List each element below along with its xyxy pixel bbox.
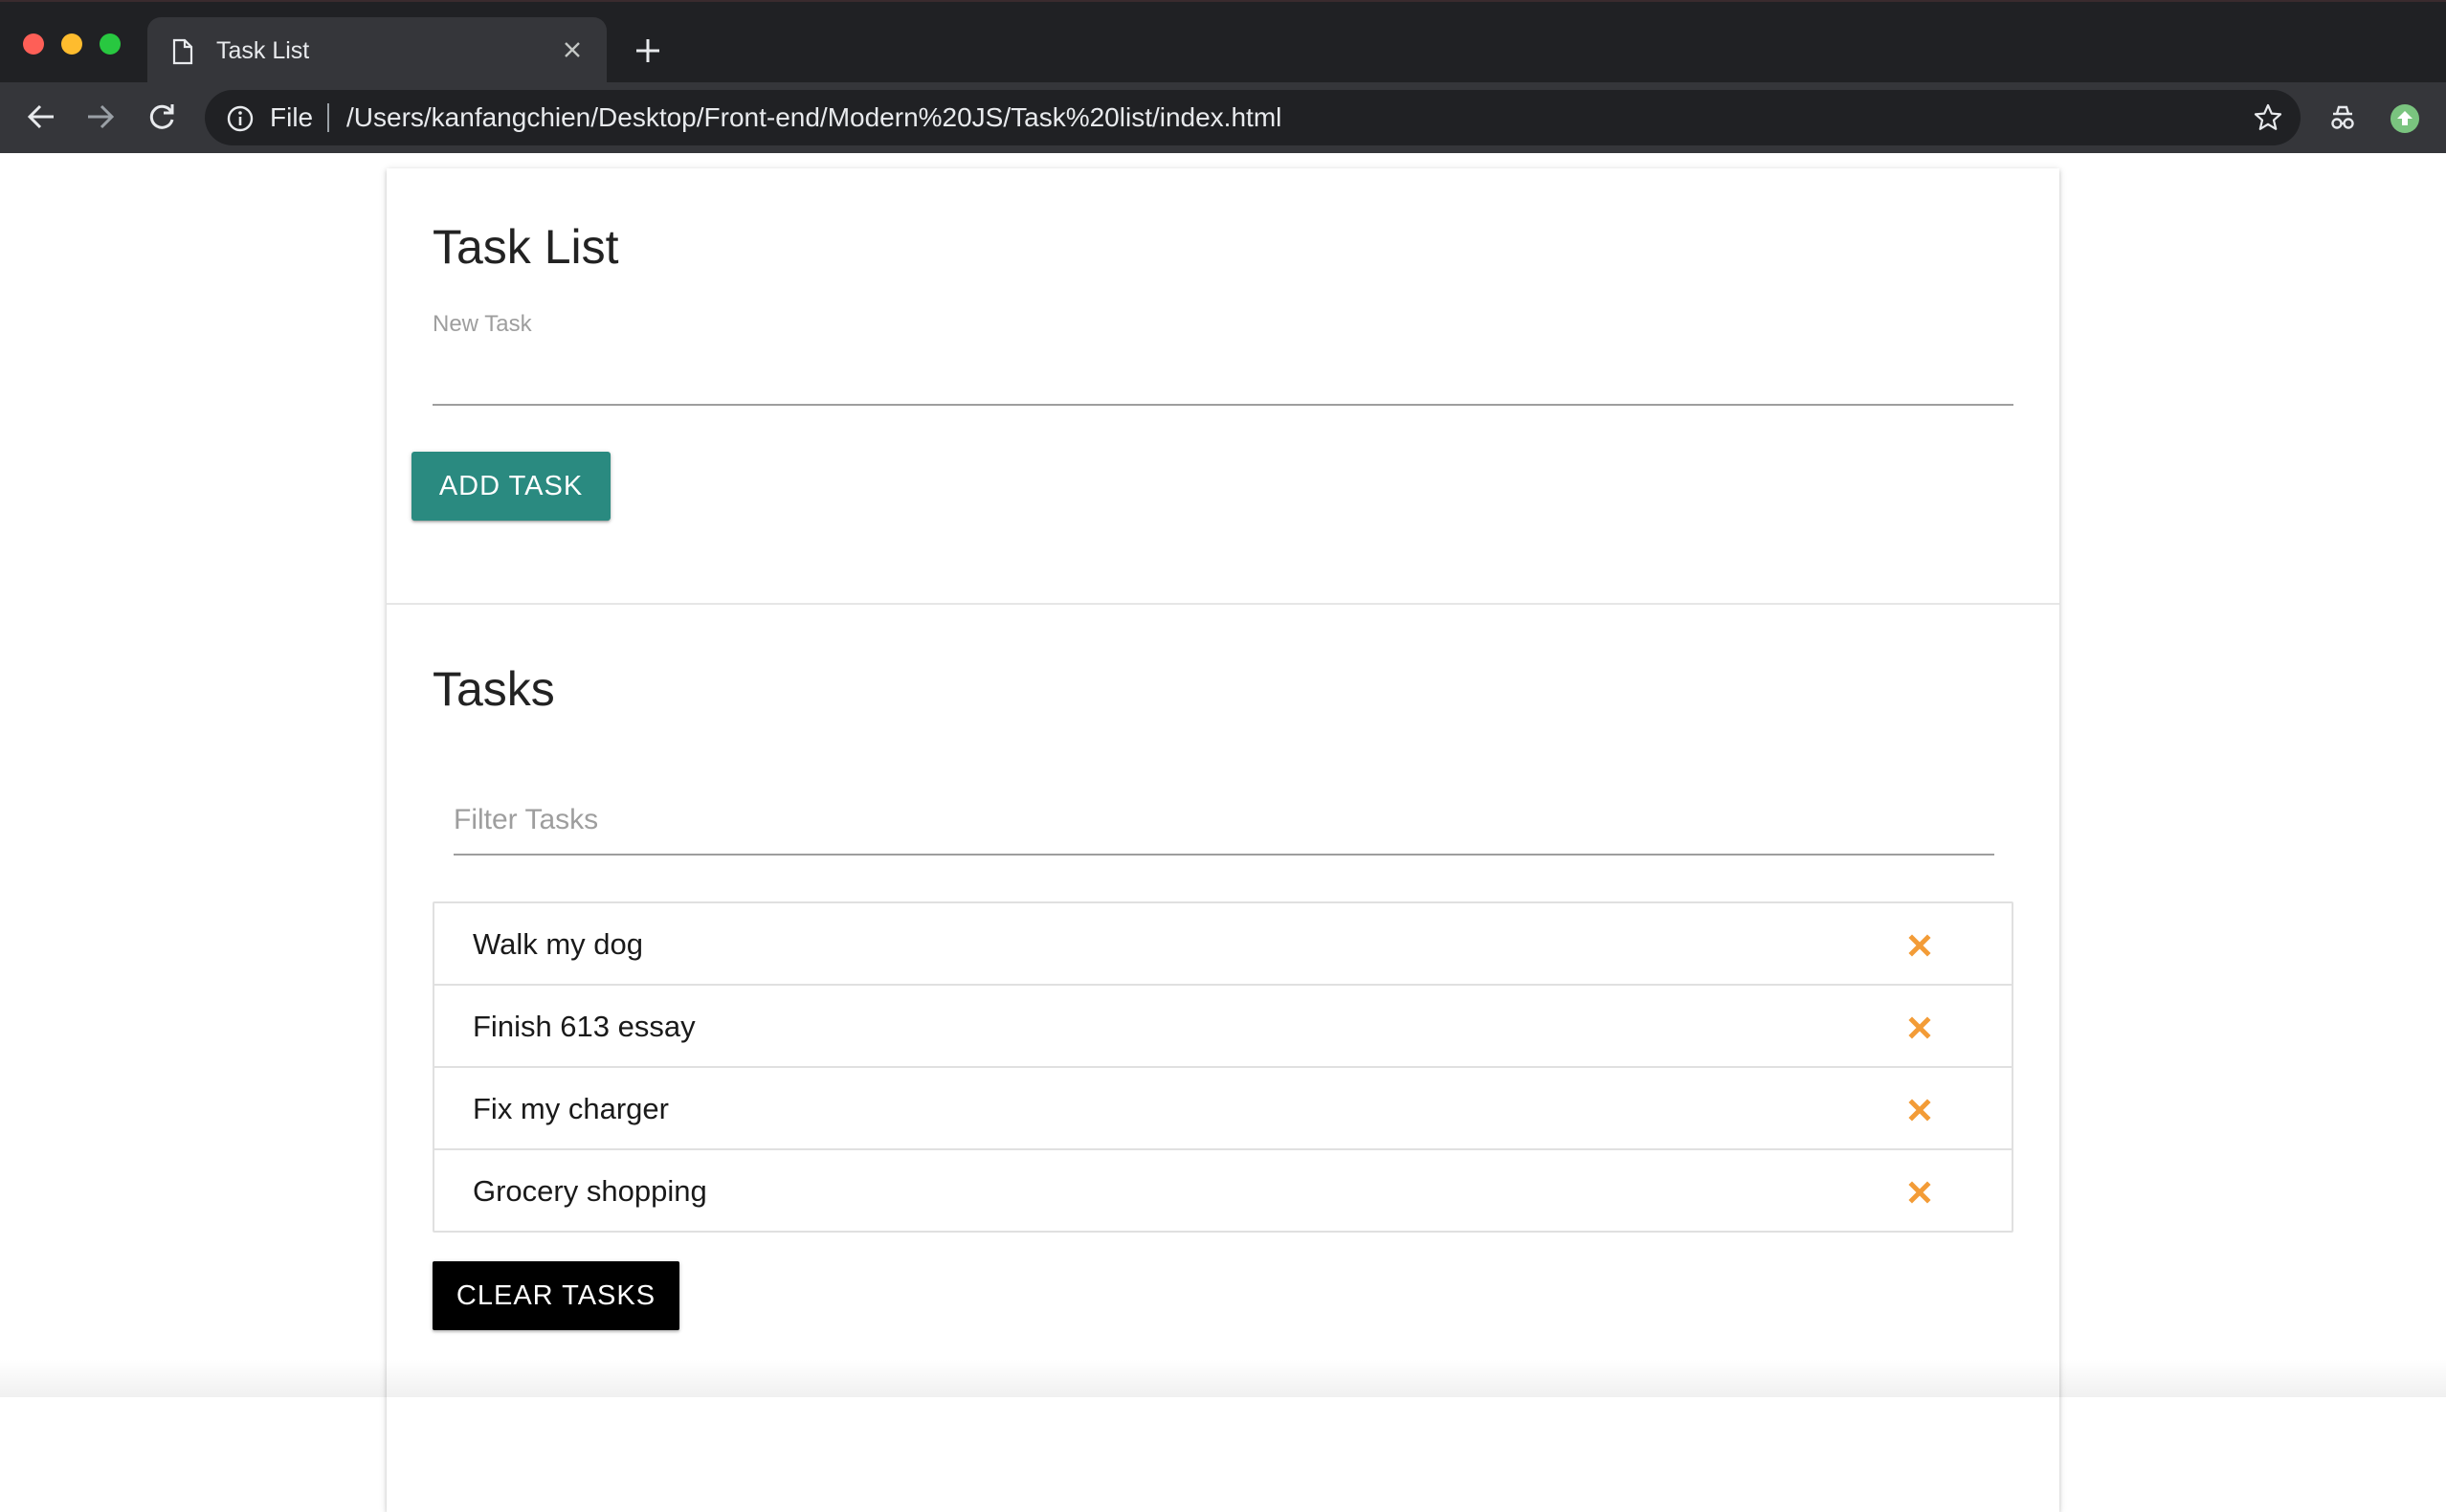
delete-times-icon[interactable]	[1908, 1181, 1931, 1204]
window-minimize-button[interactable]	[61, 33, 82, 55]
task-card: Task List New Task ADD TASK Tasks Walk m…	[387, 168, 2059, 1512]
clear-tasks-button[interactable]: CLEAR TASKS	[433, 1261, 679, 1330]
page-bottom-shadow	[0, 1359, 2446, 1397]
info-icon[interactable]	[226, 104, 255, 138]
browser-tab[interactable]: Task List	[147, 17, 607, 84]
reload-icon[interactable]	[145, 100, 178, 138]
incognito-extension-icon[interactable]	[2327, 102, 2358, 138]
back-arrow-icon[interactable]	[25, 100, 57, 138]
url-scheme: File	[270, 102, 314, 132]
window-close-button[interactable]	[23, 33, 44, 55]
browser-toolbar: File /Users/kanfangchien/Desktop/Front-e…	[0, 82, 2446, 153]
forward-arrow-icon[interactable]	[84, 100, 117, 138]
tab-close-icon[interactable]	[563, 40, 582, 64]
task-item: Finish 613 essay	[434, 986, 2012, 1068]
page-viewport: Task List New Task ADD TASK Tasks Walk m…	[0, 153, 2446, 1512]
new-task-label: New Task	[433, 311, 532, 337]
tab-title: Task List	[216, 37, 310, 64]
task-text: Fix my charger	[473, 1092, 669, 1125]
new-tab-icon[interactable]	[634, 36, 662, 70]
url-separator	[327, 103, 329, 132]
page-title: Task List	[433, 220, 619, 274]
window-maximize-button[interactable]	[100, 33, 121, 55]
document-icon	[172, 38, 193, 70]
tasks-heading: Tasks	[433, 662, 555, 716]
new-task-input[interactable]	[433, 350, 2013, 406]
task-item: Grocery shopping	[434, 1150, 2012, 1233]
task-item: Fix my charger	[434, 1068, 2012, 1150]
add-task-section: Task List New Task ADD TASK	[387, 168, 2059, 605]
url-text[interactable]: /Users/kanfangchien/Desktop/Front-end/Mo…	[346, 102, 1281, 133]
delete-times-icon[interactable]	[1908, 1099, 1931, 1122]
task-text: Walk my dog	[473, 927, 644, 961]
extension-upload-icon[interactable]	[2389, 102, 2421, 140]
delete-times-icon[interactable]	[1908, 1016, 1931, 1039]
delete-times-icon[interactable]	[1908, 934, 1931, 957]
bookmark-star-icon[interactable]	[2253, 102, 2283, 138]
browser-tab-bar: Task List	[0, 0, 2446, 84]
task-text: Grocery shopping	[473, 1174, 707, 1208]
task-text: Finish 613 essay	[473, 1010, 696, 1043]
address-bar[interactable]: File /Users/kanfangchien/Desktop/Front-e…	[205, 90, 2301, 145]
task-item: Walk my dog	[434, 903, 2012, 986]
task-list: Walk my dog Finish 613 essay Fix my char…	[433, 901, 2013, 1233]
filter-tasks-input[interactable]	[454, 787, 1994, 856]
add-task-button[interactable]: ADD TASK	[411, 452, 611, 521]
